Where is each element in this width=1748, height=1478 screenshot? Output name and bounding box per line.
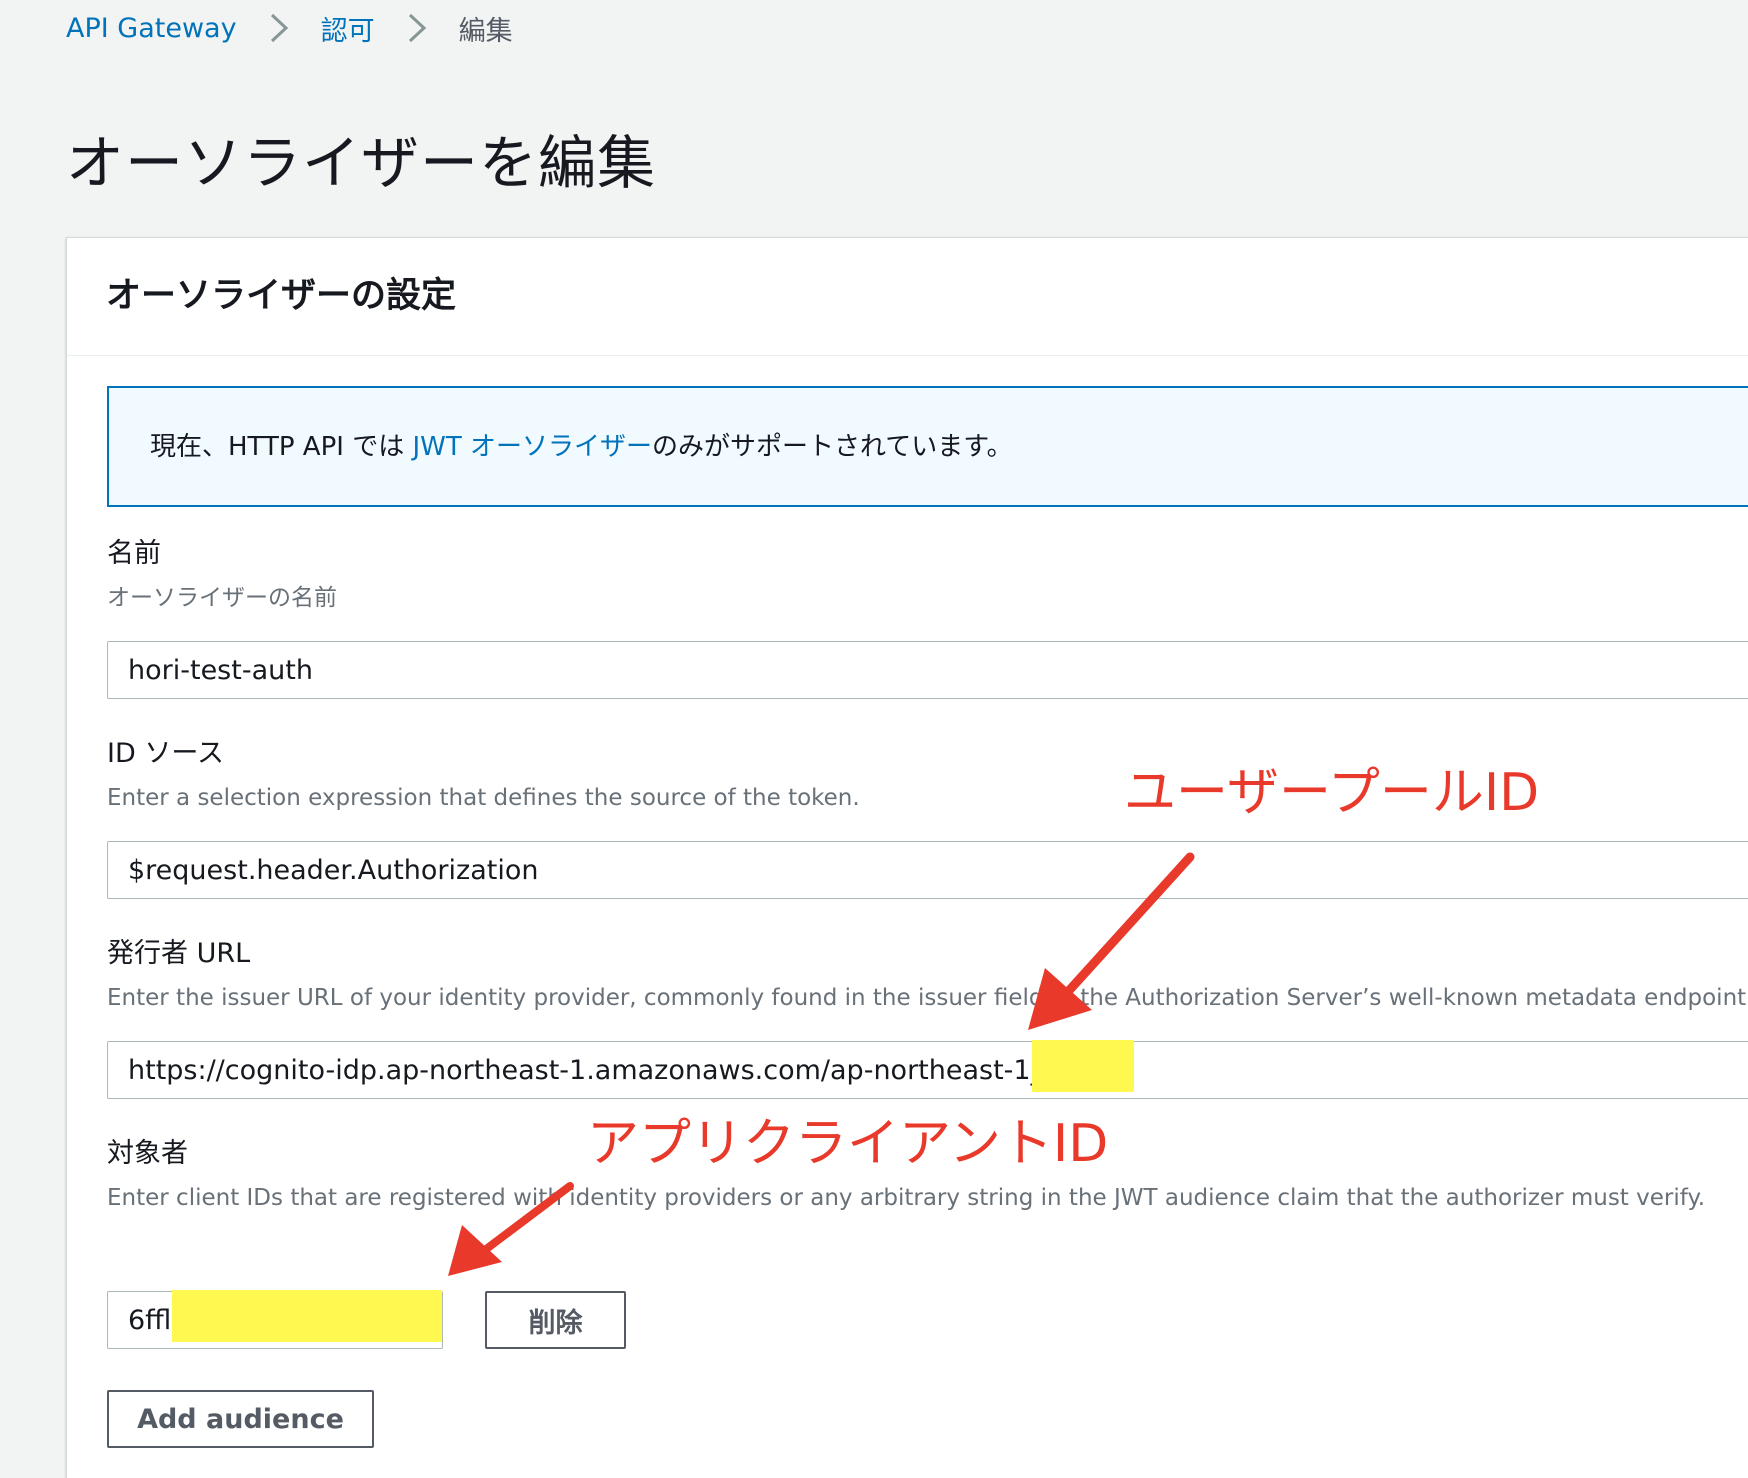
issuer-url-input-value: https://cognito-idp.ap-northeast-1.amazo… [128, 1055, 1071, 1086]
identity-source-input-value: $request.header.Authorization [128, 855, 539, 886]
chevron-right-icon [259, 8, 299, 48]
issuer-url-label: 発行者 URL [107, 938, 251, 969]
info-prefix: 現在、HTTP API では [150, 432, 413, 462]
breadcrumb-api-gateway[interactable]: API Gateway [66, 13, 237, 44]
redaction-highlight-audience [172, 1290, 442, 1342]
identity-source-label: ID ソース [107, 738, 224, 769]
name-input[interactable]: hori-test-auth [107, 641, 1748, 699]
redaction-highlight-issuer [1032, 1040, 1134, 1092]
name-description: オーソライザーの名前 [107, 585, 337, 611]
info-suffix: のみがサポートされています。 [652, 432, 1013, 462]
breadcrumb: API Gateway 認可 編集 [66, 8, 513, 48]
annotation-app-client-id: アプリクライアントID [587, 1114, 1109, 1174]
page-title: オーソライザーを編集 [66, 129, 657, 197]
audience-description: Enter client IDs that are registered wit… [107, 1185, 1706, 1211]
identity-source-description: Enter a selection expression that define… [107, 785, 860, 811]
name-label: 名前 [107, 538, 161, 569]
annotation-user-pool-id: ユーザープールID [1124, 763, 1540, 823]
audience-input-value: 6ffl [128, 1305, 172, 1336]
breadcrumb-authorization[interactable]: 認可 [321, 9, 375, 48]
panel-title: オーソライザーの設定 [106, 276, 457, 316]
info-alert: 現在、HTTP API では JWT オーソライザーのみがサポートされています。 [107, 386, 1748, 507]
name-input-value: hori-test-auth [128, 655, 313, 686]
panel-header: オーソライザーの設定 [67, 238, 1748, 356]
remove-audience-button[interactable]: 削除 [485, 1291, 626, 1349]
chevron-right-icon [397, 8, 437, 48]
issuer-url-description: Enter the issuer URL of your identity pr… [107, 985, 1748, 1011]
jwt-authorizer-link[interactable]: JWT オーソライザー [412, 432, 652, 462]
info-text: 現在、HTTP API では JWT オーソライザーのみがサポートされています。 [150, 430, 1013, 464]
identity-source-input[interactable]: $request.header.Authorization [107, 841, 1748, 899]
audience-label: 対象者 [107, 1138, 188, 1169]
issuer-url-input[interactable]: https://cognito-idp.ap-northeast-1.amazo… [107, 1041, 1748, 1099]
add-audience-button[interactable]: Add audience [107, 1390, 374, 1448]
breadcrumb-edit: 編集 [458, 15, 513, 47]
